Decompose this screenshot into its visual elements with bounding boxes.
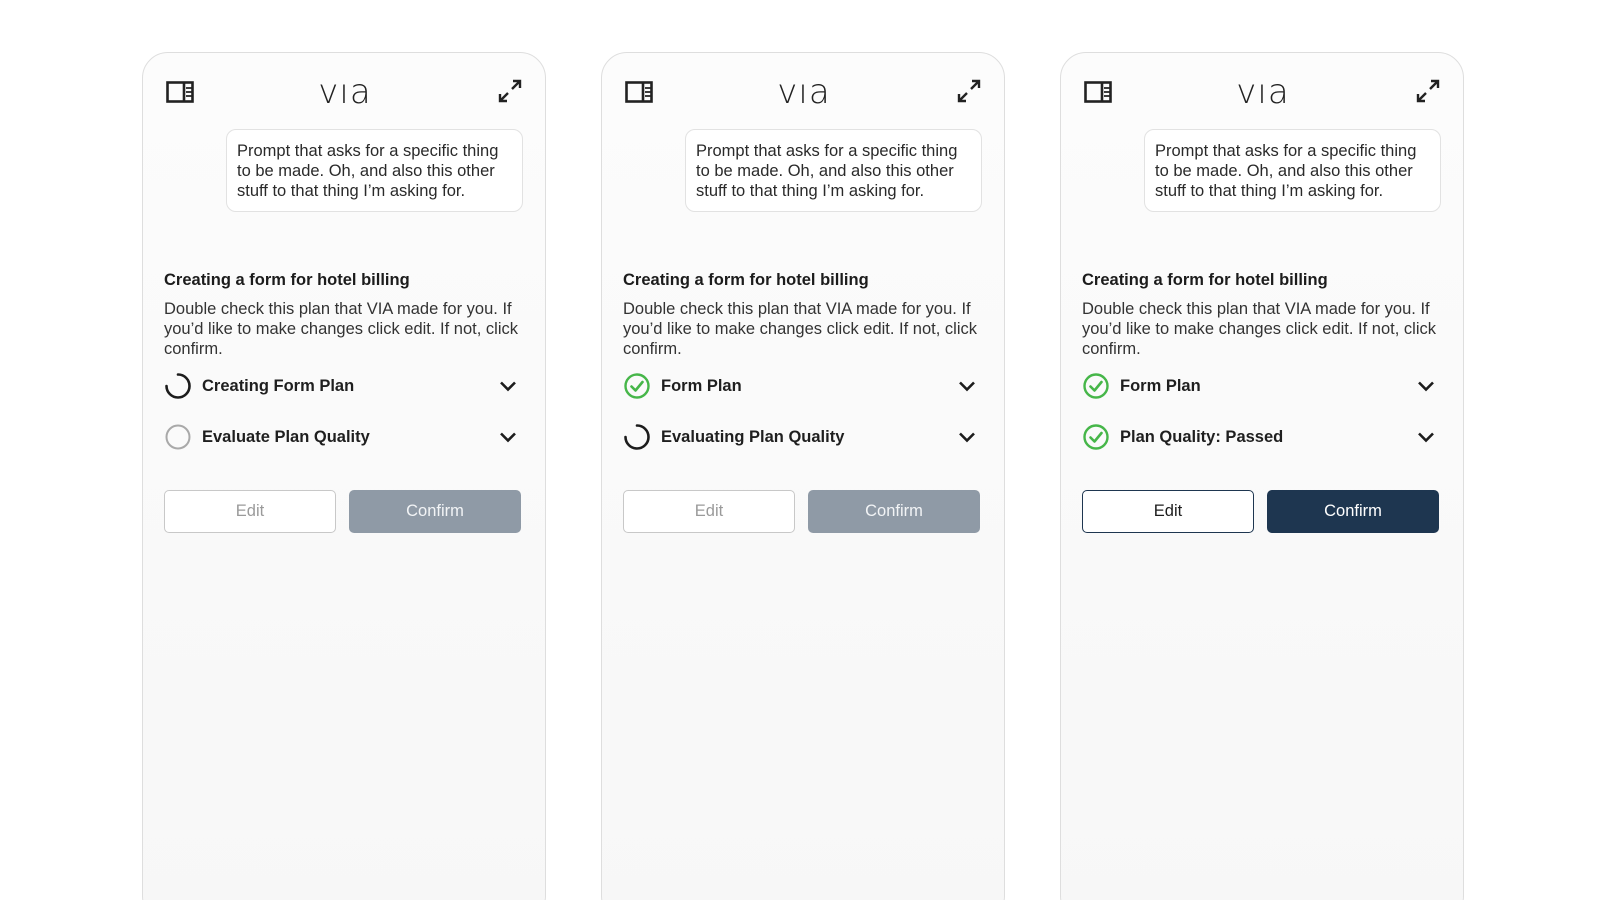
chevron-down-icon[interactable] bbox=[1415, 426, 1437, 448]
spinner-icon bbox=[164, 372, 192, 400]
user-prompt-bubble: Prompt that asks for a specific thing to… bbox=[1144, 129, 1441, 212]
plan-description: Double check this plan that VIA made for… bbox=[1082, 300, 1436, 358]
step-label: Form Plan bbox=[661, 376, 742, 395]
plan-title: Creating a form for hotel billing bbox=[164, 271, 410, 289]
assistant-panel-3: vıa Prompt that asks for a specific thin… bbox=[1060, 52, 1464, 900]
step-label: Form Plan bbox=[1120, 376, 1201, 395]
assistant-panel-2: vıa Prompt that asks for a specific thin… bbox=[601, 52, 1005, 900]
expand-icon[interactable] bbox=[495, 76, 525, 106]
plan-title: Creating a form for hotel billing bbox=[623, 271, 869, 289]
expand-icon[interactable] bbox=[954, 76, 984, 106]
empty-circle-icon bbox=[164, 423, 192, 451]
via-logo: vıa bbox=[1236, 72, 1290, 112]
panel-header: vıa bbox=[165, 72, 525, 112]
check-circle-icon bbox=[1082, 423, 1110, 451]
edit-button[interactable]: Edit bbox=[164, 490, 336, 533]
via-logo: vıa bbox=[318, 72, 372, 112]
spinner-icon bbox=[623, 423, 651, 451]
step-label: Creating Form Plan bbox=[202, 376, 355, 395]
expand-icon[interactable] bbox=[1413, 76, 1443, 106]
via-logo: vıa bbox=[777, 72, 831, 112]
assistant-panel-1: vıa Prompt that asks for a specific thin… bbox=[142, 52, 546, 900]
edit-button[interactable]: Edit bbox=[1082, 490, 1254, 533]
chevron-down-icon[interactable] bbox=[497, 375, 519, 397]
plan-description: Double check this plan that VIA made for… bbox=[164, 300, 518, 358]
plan-step-evaluating-plan-quality[interactable]: Evaluating Plan Quality bbox=[623, 422, 983, 452]
check-circle-icon bbox=[1082, 372, 1110, 400]
plan-step-form-plan[interactable]: Form Plan bbox=[623, 371, 983, 401]
edit-button[interactable]: Edit bbox=[623, 490, 795, 533]
plan-title: Creating a form for hotel billing bbox=[1082, 271, 1328, 289]
chevron-down-icon[interactable] bbox=[956, 426, 978, 448]
chevron-down-icon[interactable] bbox=[956, 375, 978, 397]
plan-step-plan-quality-passed[interactable]: Plan Quality: Passed bbox=[1082, 422, 1442, 452]
user-prompt-bubble: Prompt that asks for a specific thing to… bbox=[226, 129, 523, 212]
panel-header: vıa bbox=[1083, 72, 1443, 112]
confirm-button[interactable]: Confirm bbox=[1267, 490, 1439, 533]
panel-header: vıa bbox=[624, 72, 984, 112]
check-circle-icon bbox=[623, 372, 651, 400]
confirm-button[interactable]: Confirm bbox=[808, 490, 980, 533]
plan-description: Double check this plan that VIA made for… bbox=[623, 300, 977, 358]
user-prompt-bubble: Prompt that asks for a specific thing to… bbox=[685, 129, 982, 212]
confirm-button[interactable]: Confirm bbox=[349, 490, 521, 533]
plan-step-form-plan[interactable]: Form Plan bbox=[1082, 371, 1442, 401]
plan-step-evaluate-plan-quality[interactable]: Evaluate Plan Quality bbox=[164, 422, 524, 452]
plan-step-creating-form-plan[interactable]: Creating Form Plan bbox=[164, 371, 524, 401]
chevron-down-icon[interactable] bbox=[497, 426, 519, 448]
step-label: Evaluate Plan Quality bbox=[202, 427, 370, 446]
step-label: Plan Quality: Passed bbox=[1120, 427, 1284, 446]
chevron-down-icon[interactable] bbox=[1415, 375, 1437, 397]
step-label: Evaluating Plan Quality bbox=[661, 427, 845, 446]
